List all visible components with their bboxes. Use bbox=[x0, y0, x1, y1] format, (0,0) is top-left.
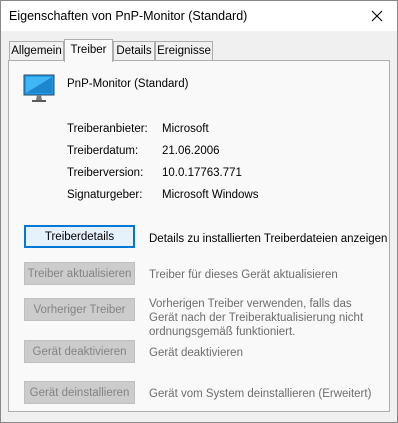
title-bar: Eigenschaften von PnP-Monitor (Standard) bbox=[1, 1, 397, 31]
rollback-driver-description: Vorherigen Treiber verwenden, falls das … bbox=[149, 298, 364, 338]
update-driver-description: Treiber für dieses Gerät aktualisieren bbox=[149, 269, 338, 281]
monitor-icon bbox=[23, 74, 55, 102]
device-name: PnP-Monitor (Standard) bbox=[67, 78, 189, 90]
close-icon bbox=[371, 10, 383, 22]
info-value-signer: Microsoft Windows bbox=[162, 189, 259, 201]
tab-treiber[interactable]: Treiber bbox=[64, 39, 113, 62]
tab-ereignisse[interactable]: Ereignisse bbox=[155, 41, 213, 60]
window-title: Eigenschaften von PnP-Monitor (Standard) bbox=[9, 9, 248, 23]
disable-device-description: Gerät deaktivieren bbox=[149, 347, 243, 359]
tab-details[interactable]: Details bbox=[113, 41, 155, 60]
info-label-version: Treiberversion: bbox=[67, 167, 144, 179]
update-driver-button[interactable]: Treiber aktualisieren bbox=[24, 262, 135, 285]
close-button[interactable] bbox=[357, 1, 397, 31]
info-value-version: 10.0.17763.771 bbox=[162, 167, 242, 179]
info-label-provider: Treiberanbieter: bbox=[67, 123, 148, 135]
driver-panel: PnP-Monitor (Standard) Treiberanbieter: … bbox=[8, 60, 390, 412]
disable-device-button[interactable]: Gerät deaktivieren bbox=[24, 340, 135, 363]
uninstall-device-description: Gerät vom System deinstallieren (Erweite… bbox=[149, 388, 372, 400]
info-label-signer: Signaturgeber: bbox=[67, 189, 143, 201]
driver-details-button[interactable]: Treiberdetails bbox=[24, 225, 135, 248]
info-value-provider: Microsoft bbox=[162, 123, 209, 135]
uninstall-device-button[interactable]: Gerät deinstallieren bbox=[24, 381, 135, 404]
rollback-driver-button[interactable]: Vorheriger Treiber bbox=[24, 298, 135, 321]
info-value-date: 21.06.2006 bbox=[162, 145, 220, 157]
properties-dialog: Eigenschaften von PnP-Monitor (Standard)… bbox=[0, 0, 398, 423]
driver-details-description: Details zu installierten Treiberdateien … bbox=[149, 233, 388, 245]
tab-allgemein[interactable]: Allgemein bbox=[9, 41, 64, 60]
info-label-date: Treiberdatum: bbox=[67, 145, 139, 157]
